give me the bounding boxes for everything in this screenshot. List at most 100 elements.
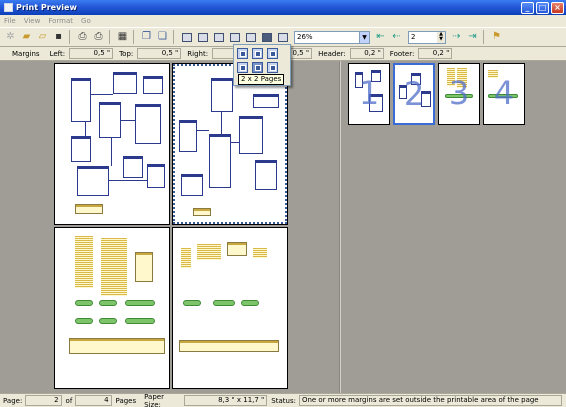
print-setup-icon[interactable]: ⎙ xyxy=(91,30,106,45)
layout-1x2-icon[interactable] xyxy=(252,48,263,59)
layout-2x3-icon[interactable] xyxy=(267,62,278,73)
thumbnail-number: 4 xyxy=(493,74,515,112)
footer-margin-field[interactable]: 0,2 " xyxy=(418,48,453,59)
maximize-icon[interactable]: □ xyxy=(536,1,549,14)
folder-icon[interactable]: ▱ xyxy=(35,30,50,45)
preview-page-4[interactable] xyxy=(172,227,288,389)
thumbnail-page-3[interactable]: 3 xyxy=(438,63,480,125)
settings-icon[interactable]: ✲ xyxy=(3,30,18,45)
diagram-table xyxy=(77,166,109,196)
diagram-note xyxy=(101,238,127,296)
relation-line xyxy=(197,130,209,131)
thumbnail-number: 1 xyxy=(358,74,380,112)
preview-area[interactable] xyxy=(0,61,340,393)
diagram-shape xyxy=(99,318,117,324)
layout-fit-width-icon[interactable] xyxy=(195,30,210,45)
top-margin-field[interactable]: 0,5 " xyxy=(137,48,182,59)
print-icon[interactable]: ⎙ xyxy=(75,30,90,45)
status-bar: Page: 2 of 4 Pages Paper Size: 8,3 " x 1… xyxy=(0,393,566,407)
paper-size-label: Paper Size: xyxy=(144,392,164,407)
first-page-icon[interactable]: ⇤ xyxy=(373,30,388,45)
preview-page-1[interactable] xyxy=(54,63,170,225)
relation-line xyxy=(221,112,222,134)
diagram-note xyxy=(253,248,267,258)
relation-line xyxy=(109,180,147,181)
previous-page-icon[interactable]: ⇠ xyxy=(389,30,404,45)
relation-line xyxy=(111,138,112,166)
preview-page-3[interactable] xyxy=(54,227,170,389)
layout-2x2-icon[interactable] xyxy=(252,62,263,73)
diagram-table xyxy=(135,252,153,282)
toolbar-separator xyxy=(109,30,113,44)
layout-two-pages-icon[interactable] xyxy=(211,30,226,45)
layout-one-page-icon[interactable] xyxy=(179,30,194,45)
layout-pages-icon[interactable] xyxy=(259,30,274,45)
status-label: Status: xyxy=(271,396,296,405)
diagram-note xyxy=(197,244,221,260)
thumbnail-page-4[interactable]: 4 xyxy=(483,63,525,125)
menu-format[interactable]: Format xyxy=(48,17,73,25)
toolbar-separator xyxy=(483,30,487,44)
exit-icon[interactable]: ⚑ xyxy=(489,30,504,45)
title-bar: Print Preview _ □ × xyxy=(0,0,566,15)
layout-multi-page-icon[interactable] xyxy=(227,30,242,45)
zoom-icon[interactable] xyxy=(275,30,290,45)
diagram-table xyxy=(143,76,163,94)
page-number-value: 2 xyxy=(411,33,416,41)
menu-file[interactable]: File xyxy=(4,17,16,25)
close-icon[interactable]: × xyxy=(551,1,564,14)
status-message: One or more margins are set outside the … xyxy=(298,395,562,406)
diagram-table xyxy=(209,134,231,188)
app-icon xyxy=(4,3,13,12)
grid-icon[interactable]: ▦ xyxy=(115,30,130,45)
layout-1x3-icon[interactable] xyxy=(267,48,278,59)
layout-2x1-icon[interactable] xyxy=(237,62,248,73)
diagram-note xyxy=(181,248,191,268)
last-page-icon[interactable]: ⇥ xyxy=(465,30,480,45)
header-margin-label: Header: xyxy=(318,49,346,58)
chevron-down-icon[interactable]: ▼ xyxy=(359,31,369,43)
relation-line xyxy=(121,120,135,121)
save-icon[interactable]: ▪ xyxy=(51,30,66,45)
page-label: Page: xyxy=(3,396,23,405)
thumbnail-page-1[interactable]: 1 xyxy=(348,63,390,125)
diagram-note xyxy=(193,208,211,216)
minimize-icon[interactable]: _ xyxy=(521,1,534,14)
page-setup-icon[interactable]: ❐ xyxy=(139,30,154,45)
diagram-table xyxy=(239,116,263,154)
menu-go[interactable]: Go xyxy=(81,17,91,25)
diagram-table xyxy=(113,72,137,94)
diagram-table xyxy=(71,78,91,122)
diagram-table xyxy=(179,120,197,152)
next-page-icon[interactable]: ⇢ xyxy=(449,30,464,45)
zoom-select[interactable]: 26% ▼ xyxy=(294,30,370,44)
diagram-note xyxy=(69,338,165,354)
page-spinner-icon[interactable]: ▲ ▼ xyxy=(437,31,445,43)
thumbnail-panel[interactable]: 1 2 3 4 xyxy=(341,61,566,393)
open-icon[interactable]: ▰ xyxy=(19,30,34,45)
relation-line xyxy=(91,94,113,95)
page-number-input[interactable]: 2 ▲ ▼ xyxy=(408,30,446,44)
diagram-shape xyxy=(75,318,93,324)
diagram-table xyxy=(211,78,233,112)
toolbar-separator xyxy=(133,30,137,44)
thumbnail-number: 2 xyxy=(403,75,425,113)
right-margin-label: Right: xyxy=(187,49,209,58)
diagram-shape xyxy=(183,300,201,306)
scale-icon[interactable]: ❏ xyxy=(155,30,170,45)
paper-size: 8,3 " x 11,7 " xyxy=(183,395,268,406)
diagram-table xyxy=(71,136,91,162)
layout-1x1-icon[interactable] xyxy=(237,48,248,59)
diagram-table xyxy=(123,156,143,178)
left-margin-field[interactable]: 0,5 " xyxy=(69,48,114,59)
menu-view[interactable]: View xyxy=(24,17,41,25)
layout-grid-icon[interactable] xyxy=(243,30,258,45)
preview-page-2[interactable] xyxy=(172,63,288,225)
relation-line xyxy=(231,142,239,143)
thumbnail-page-2[interactable]: 2 xyxy=(393,63,435,125)
header-margin-field[interactable]: 0,2 " xyxy=(349,48,384,59)
diagram-shape xyxy=(99,300,117,306)
relation-line xyxy=(85,122,86,136)
diagram-table xyxy=(135,104,161,144)
diagram-note xyxy=(75,204,103,214)
